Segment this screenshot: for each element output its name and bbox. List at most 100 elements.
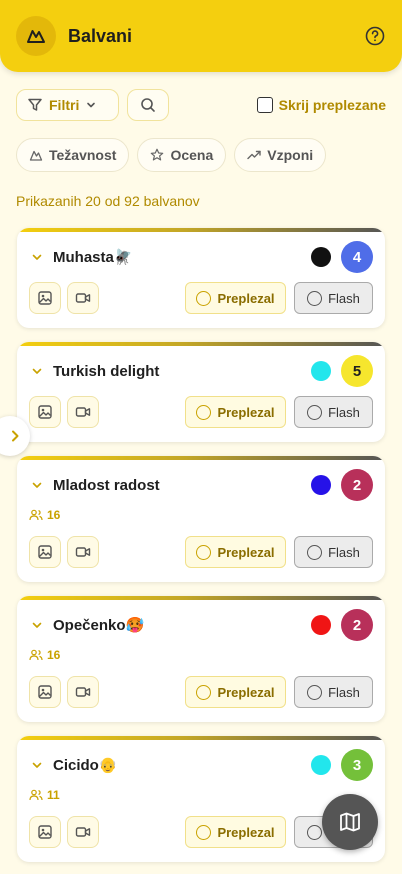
grade-badge: 3 — [341, 749, 373, 781]
hold-color-dot — [311, 755, 331, 775]
video-button[interactable] — [67, 816, 99, 848]
problem-card[interactable]: Muhasta🪰 4 Preplezal Flash — [17, 228, 385, 328]
mountain-logo-icon — [27, 30, 45, 43]
chevron-right-icon — [12, 430, 19, 442]
chevron-down-icon[interactable] — [29, 250, 45, 264]
chevron-down-icon — [87, 102, 96, 108]
image-icon — [38, 545, 52, 559]
sent-circle-icon — [196, 824, 212, 840]
sent-label: Preplezal — [217, 404, 275, 420]
problem-name: Turkish delight — [53, 362, 160, 380]
ascent-count-value: 11 — [47, 788, 60, 802]
grade-badge: 2 — [341, 469, 373, 501]
video-icon — [75, 547, 91, 557]
video-button[interactable] — [67, 396, 99, 428]
hide-completed-toggle[interactable]: Skrij preplezane — [256, 97, 386, 113]
mountain-icon — [29, 150, 43, 161]
flash-circle-icon — [307, 404, 323, 420]
search-icon — [141, 98, 155, 112]
app-header: Balvani — [0, 0, 402, 72]
search-button[interactable] — [127, 89, 169, 121]
flash-circle-icon — [307, 684, 323, 700]
image-icon — [38, 405, 52, 419]
problem-card[interactable]: Mladost radost 2 16 Preplezal Flash — [17, 456, 385, 582]
ascent-count: 16 — [29, 648, 60, 662]
photo-button[interactable] — [29, 536, 61, 568]
filter-button[interactable]: Filtri — [16, 89, 119, 121]
video-button[interactable] — [67, 676, 99, 708]
chevron-down-icon[interactable] — [29, 758, 45, 772]
flash-circle-icon — [307, 824, 323, 840]
flash-button[interactable]: Flash — [294, 282, 373, 314]
flash-label: Flash — [328, 404, 360, 420]
ascent-count-value: 16 — [47, 508, 61, 522]
problem-name: Muhasta🪰 — [53, 249, 133, 266]
ascent-count: 11 — [29, 788, 60, 802]
video-button[interactable] — [67, 282, 99, 314]
grade-badge: 4 — [341, 241, 373, 273]
sort-rating-label: Ocena — [170, 147, 214, 163]
sent-circle-icon — [196, 404, 212, 420]
image-icon — [38, 291, 52, 305]
sent-label: Preplezal — [217, 684, 275, 700]
flash-label: Flash — [328, 684, 360, 700]
problem-name: Opečenko🥵 — [53, 617, 145, 634]
photo-button[interactable] — [29, 676, 61, 708]
flash-circle-icon — [307, 290, 323, 306]
grade-badge: 2 — [341, 609, 373, 641]
app-title: Balvani — [68, 25, 133, 46]
video-button[interactable] — [67, 536, 99, 568]
sent-label: Preplezal — [217, 290, 275, 306]
hold-color-dot — [311, 475, 331, 495]
photo-button[interactable] — [29, 282, 61, 314]
problem-card[interactable]: Opečenko🥵 2 16 Preplezal Flash — [17, 596, 385, 722]
sort-rating[interactable]: Ocena — [137, 138, 227, 172]
hold-color-dot — [311, 247, 331, 267]
problem-name: Mladost radost — [53, 476, 160, 494]
map-button[interactable] — [322, 794, 378, 850]
map-icon — [340, 812, 360, 832]
sent-button[interactable]: Preplezal — [185, 816, 286, 848]
image-icon — [38, 685, 52, 699]
video-icon — [75, 293, 91, 303]
star-icon — [151, 148, 164, 161]
flash-button[interactable]: Flash — [294, 536, 373, 568]
hide-completed-checkbox[interactable] — [256, 97, 273, 113]
hold-color-dot — [311, 361, 331, 381]
results-count: Prikazanih 20 od 92 balvanov — [16, 193, 200, 209]
flash-circle-icon — [307, 544, 323, 560]
sort-ascents-label: Vzponi — [267, 147, 314, 163]
users-icon — [29, 509, 43, 521]
sort-bar: Težavnost Ocena Vzponi — [16, 138, 327, 172]
sort-ascents[interactable]: Vzponi — [234, 138, 327, 172]
flash-button[interactable]: Flash — [294, 676, 373, 708]
chevron-down-icon[interactable] — [29, 478, 45, 492]
users-icon — [29, 649, 43, 661]
sent-circle-icon — [196, 544, 212, 560]
sent-button[interactable]: Preplezal — [185, 536, 286, 568]
problem-card[interactable]: Cicido👴 3 11 Preplezal Flash — [17, 736, 385, 862]
sent-button[interactable]: Preplezal — [185, 396, 286, 428]
video-icon — [75, 827, 91, 837]
sent-button[interactable]: Preplezal — [185, 282, 286, 314]
toolbar: Filtri Skrij preplezane — [16, 89, 386, 121]
help-icon[interactable] — [364, 25, 386, 47]
sent-button[interactable]: Preplezal — [185, 676, 286, 708]
photo-button[interactable] — [29, 396, 61, 428]
photo-button[interactable] — [29, 816, 61, 848]
chevron-down-icon[interactable] — [29, 364, 45, 378]
hold-color-dot — [311, 615, 331, 635]
trend-icon — [247, 150, 261, 160]
filter-label: Filtri — [49, 97, 80, 113]
sent-circle-icon — [196, 684, 212, 700]
video-icon — [75, 687, 91, 697]
ascent-count-value: 16 — [47, 648, 61, 662]
problem-card[interactable]: Turkish delight 5 Preplezal Flash — [17, 342, 385, 442]
logo[interactable] — [16, 16, 56, 56]
sort-difficulty[interactable]: Težavnost — [16, 138, 130, 172]
chevron-down-icon[interactable] — [29, 618, 45, 632]
funnel-icon — [28, 98, 42, 111]
sort-difficulty-label: Težavnost — [49, 147, 117, 163]
hide-completed-label: Skrij preplezane — [278, 97, 386, 113]
flash-button[interactable]: Flash — [294, 396, 373, 428]
